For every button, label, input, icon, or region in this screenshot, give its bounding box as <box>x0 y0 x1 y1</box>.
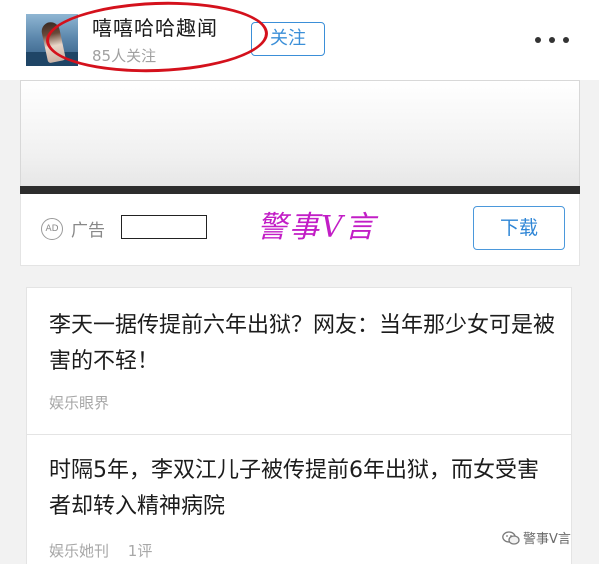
download-button[interactable]: 下载 <box>473 206 565 250</box>
ad-badge-icon: AD <box>41 218 63 240</box>
ad-label: 广告 <box>71 221 105 241</box>
article-card[interactable]: 时隔5年，李双江儿子被传提前6年出狱，而女受害者却转入精神病院 娱乐她刊 1评 <box>26 434 572 564</box>
article-source: 娱乐她刊 <box>49 542 110 560</box>
article-card[interactable]: 李天一据传提前六年出狱？网友：当年那少女可是被害的不轻！ 娱乐眼界 <box>26 287 572 435</box>
account-avatar[interactable] <box>26 14 78 66</box>
wechat-watermark: 警事V言 <box>502 528 571 547</box>
wechat-watermark-text: 警事V言 <box>523 532 571 547</box>
ad-banner-edge <box>20 186 580 194</box>
article-meta: 娱乐眼界 <box>49 392 109 413</box>
ad-banner-image[interactable] <box>20 80 580 190</box>
redacted-advertiser <box>121 215 207 239</box>
wechat-icon <box>502 531 520 545</box>
article-title[interactable]: 李天一据传提前六年出狱？网友：当年那少女可是被害的不轻！ <box>49 308 559 380</box>
article-comment-count: 1评 <box>127 542 153 560</box>
article-source: 娱乐眼界 <box>49 394 110 412</box>
watermark-text: 警事V言 <box>257 210 377 245</box>
ad-strip: AD 广告 警事V言 下载 <box>20 194 580 266</box>
account-name[interactable]: 嘻嘻哈哈趣闻 <box>92 12 218 41</box>
account-header: 嘻嘻哈哈趣闻 85人关注 关注 <box>0 0 599 80</box>
follower-count: 85人关注 <box>92 47 157 65</box>
article-title[interactable]: 时隔5年，李双江儿子被传提前6年出狱，而女受害者却转入精神病院 <box>49 453 559 525</box>
article-meta: 娱乐她刊 1评 <box>49 540 152 561</box>
follow-button[interactable]: 关注 <box>251 22 325 56</box>
more-dots-icon[interactable] <box>532 32 572 48</box>
